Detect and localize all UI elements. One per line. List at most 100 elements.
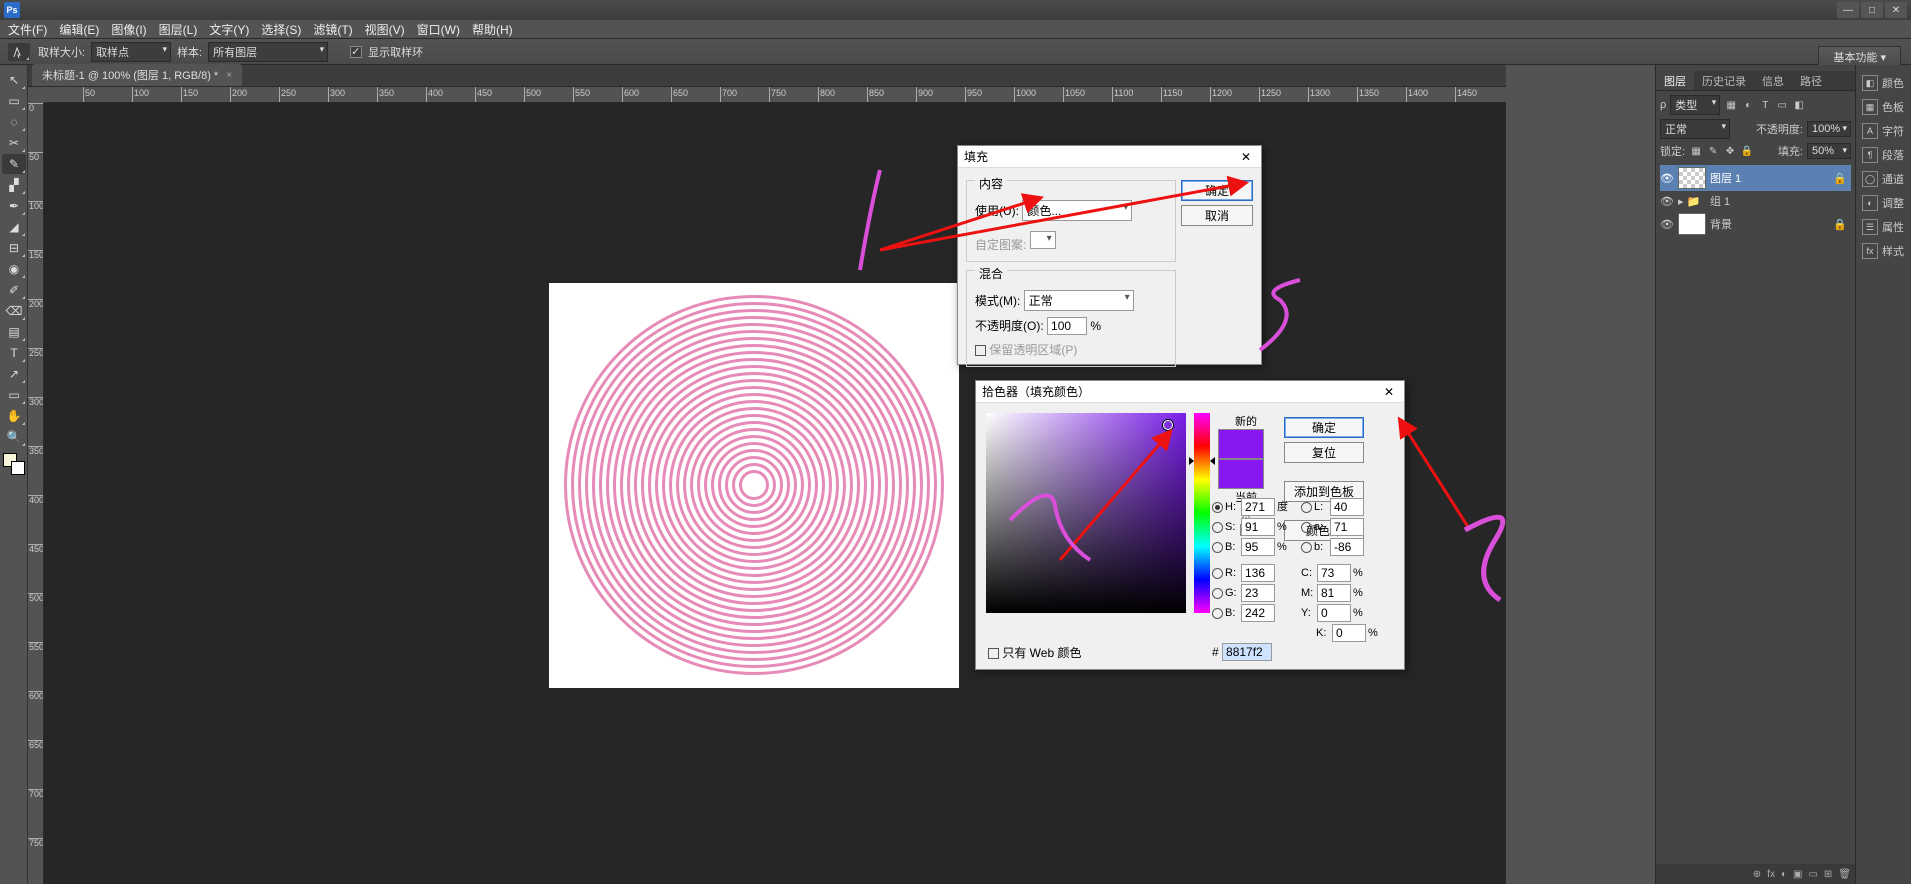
layer-footer-icon[interactable]: ▭: [1808, 869, 1817, 880]
picker-ok-button[interactable]: 确定: [1284, 417, 1364, 438]
dock-icon-属性[interactable]: ☰属性: [1856, 215, 1911, 239]
current-tool-icon[interactable]: [8, 43, 30, 61]
panel-tab[interactable]: 信息: [1754, 71, 1792, 90]
minimize-button[interactable]: —: [1837, 2, 1859, 18]
color-mode-radio[interactable]: [1212, 542, 1223, 553]
tool-button[interactable]: ◉: [2, 259, 26, 279]
visibility-icon[interactable]: 👁: [1660, 172, 1674, 185]
layer-row[interactable]: 👁▸ 📁组 1: [1660, 191, 1851, 211]
dock-icon-字符[interactable]: A字符: [1856, 119, 1911, 143]
color-mode-radio[interactable]: [1301, 542, 1312, 553]
layer-row[interactable]: 👁图层 1🔒: [1660, 165, 1851, 191]
document-canvas[interactable]: [549, 283, 959, 688]
background-swatch[interactable]: [11, 461, 25, 475]
dock-icon-调整[interactable]: ◐调整: [1856, 191, 1911, 215]
document-tab[interactable]: 未标题-1 @ 100% (图层 1, RGB/8) * ×: [32, 64, 242, 86]
document-tab-close-icon[interactable]: ×: [226, 70, 232, 81]
fill-ok-button[interactable]: 确定: [1181, 180, 1253, 201]
hex-input[interactable]: [1222, 643, 1272, 661]
menu-item[interactable]: 滤镜(T): [313, 21, 352, 38]
tool-button[interactable]: ▭: [2, 91, 26, 111]
dock-icon-样式[interactable]: fx样式: [1856, 239, 1911, 263]
dock-icon-通道[interactable]: ◯通道: [1856, 167, 1911, 191]
maximize-button[interactable]: □: [1861, 2, 1883, 18]
layer-filter-icons[interactable]: ▦ ◐ T ▭ ◧: [1724, 98, 1806, 112]
panel-tab[interactable]: 路径: [1792, 71, 1830, 90]
color-field-input[interactable]: [1241, 584, 1275, 602]
tool-button[interactable]: ✐: [2, 280, 26, 300]
color-mode-radio[interactable]: [1212, 608, 1223, 619]
color-picker-dialog[interactable]: 拾色器（填充颜色） ✕ 新的 当前 ⚠ 确定 复位 添加到色板 颜色库 H:: [975, 380, 1405, 670]
layer-kind-select[interactable]: 类型: [1670, 95, 1720, 115]
layer-footer-icon[interactable]: fx: [1767, 869, 1775, 880]
layer-footer-icon[interactable]: ⊕: [1753, 869, 1761, 880]
tool-button[interactable]: ✋: [2, 406, 26, 426]
color-field-input[interactable]: [1241, 498, 1275, 516]
color-field-picker[interactable]: [1163, 420, 1173, 430]
menu-item[interactable]: 选择(S): [261, 21, 301, 38]
tool-button[interactable]: ◌: [2, 112, 26, 132]
hue-slider[interactable]: [1194, 413, 1210, 613]
tool-button[interactable]: ▤: [2, 322, 26, 342]
menu-item[interactable]: 编辑(E): [59, 21, 99, 38]
tool-button[interactable]: ▭: [2, 385, 26, 405]
menu-item[interactable]: 帮助(H): [472, 21, 513, 38]
color-picker-close-icon[interactable]: ✕: [1380, 385, 1398, 399]
fill-opacity-input[interactable]: [1047, 317, 1087, 335]
filter-shape-icon[interactable]: ▭: [1775, 98, 1789, 112]
fill-dialog-title-bar[interactable]: 填充 ✕: [958, 146, 1261, 168]
menu-item[interactable]: 文字(Y): [209, 21, 249, 38]
dock-icon-颜色[interactable]: ◧颜色: [1856, 71, 1911, 95]
color-field-input[interactable]: [1241, 538, 1275, 556]
lock-pixels-icon[interactable]: ✎: [1706, 144, 1720, 158]
menu-item[interactable]: 图层(L): [159, 21, 198, 38]
color-field-input[interactable]: [1241, 564, 1275, 582]
panel-tab[interactable]: 历史记录: [1694, 71, 1754, 90]
color-field-input[interactable]: [1330, 518, 1364, 536]
color-field-input[interactable]: [1241, 604, 1275, 622]
tool-button[interactable]: ✎: [2, 154, 26, 174]
tool-button[interactable]: ✂: [2, 133, 26, 153]
fill-dialog[interactable]: 填充 ✕ 确定 取消 内容 使用(U): 颜色... 自定图案: 混合 模式(M…: [957, 145, 1262, 365]
tool-button[interactable]: ◢: [2, 217, 26, 237]
tool-button[interactable]: T: [2, 343, 26, 363]
sample-size-select[interactable]: 取样点: [91, 42, 171, 62]
color-field-input[interactable]: [1241, 518, 1275, 536]
tool-button[interactable]: ⊟: [2, 238, 26, 258]
lock-position-icon[interactable]: ✥: [1723, 144, 1737, 158]
lock-transparent-icon[interactable]: ▦: [1689, 144, 1703, 158]
panel-tab[interactable]: 图层: [1656, 71, 1694, 90]
blend-mode-select[interactable]: 正常: [1660, 119, 1730, 139]
color-field-input[interactable]: [1332, 624, 1366, 642]
show-ring-checkbox[interactable]: [350, 46, 362, 58]
tool-button[interactable]: ↗: [2, 364, 26, 384]
menu-item[interactable]: 视图(V): [365, 21, 405, 38]
layer-footer-icon[interactable]: ⊞: [1824, 869, 1832, 880]
opacity-value[interactable]: 100%: [1807, 121, 1851, 137]
color-mode-radio[interactable]: [1301, 502, 1312, 513]
fill-dialog-close-icon[interactable]: ✕: [1237, 150, 1255, 164]
visibility-icon[interactable]: 👁: [1660, 218, 1674, 231]
picker-reset-button[interactable]: 复位: [1284, 442, 1364, 463]
dock-icon-色板[interactable]: ▦色板: [1856, 95, 1911, 119]
filter-type-icon[interactable]: T: [1758, 98, 1772, 112]
color-field[interactable]: [986, 413, 1186, 613]
layer-footer-icon[interactable]: ▣: [1793, 869, 1802, 880]
color-mode-radio[interactable]: [1212, 502, 1223, 513]
close-button[interactable]: ✕: [1885, 2, 1907, 18]
color-field-input[interactable]: [1330, 538, 1364, 556]
filter-smart-icon[interactable]: ◧: [1792, 98, 1806, 112]
menu-item[interactable]: 图像(I): [111, 21, 146, 38]
color-field-input[interactable]: [1317, 584, 1351, 602]
fill-value[interactable]: 50%: [1807, 143, 1851, 159]
color-mode-radio[interactable]: [1212, 588, 1223, 599]
fill-cancel-button[interactable]: 取消: [1181, 205, 1253, 226]
tool-button[interactable]: 🔍: [2, 427, 26, 447]
color-field-input[interactable]: [1317, 604, 1351, 622]
web-only-checkbox[interactable]: [988, 648, 999, 659]
tool-button[interactable]: ▞: [2, 175, 26, 195]
tool-button[interactable]: ✒: [2, 196, 26, 216]
color-mode-radio[interactable]: [1212, 522, 1223, 533]
color-mode-radio[interactable]: [1301, 522, 1312, 533]
color-field-input[interactable]: [1317, 564, 1351, 582]
